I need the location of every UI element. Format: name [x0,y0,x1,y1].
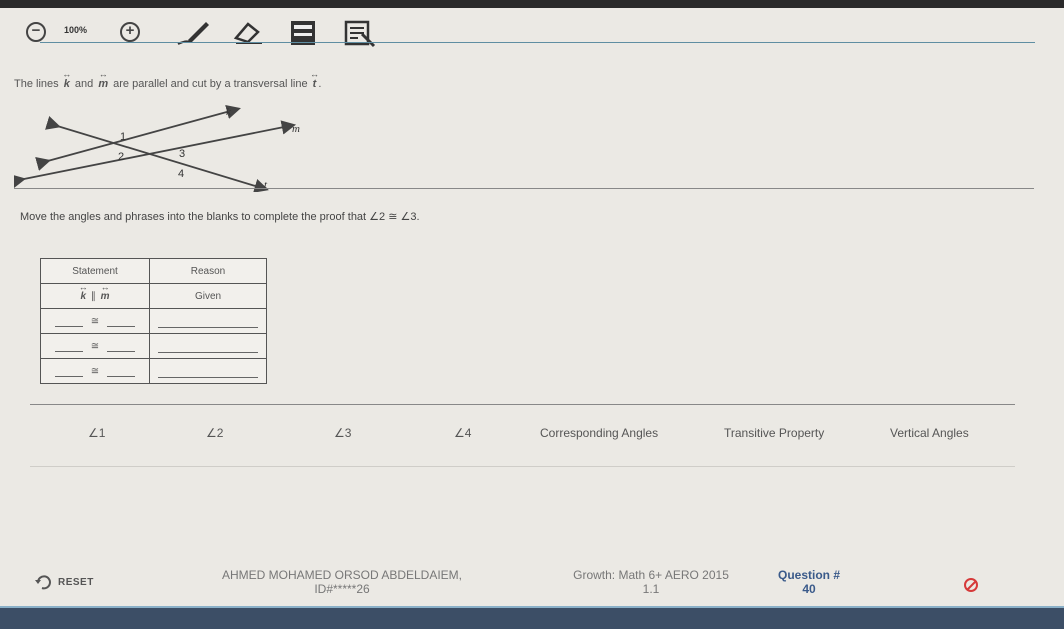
reason-blank-row-2 [149,308,267,334]
angle-drop-slot[interactable] [54,341,83,352]
statement-blank-row-4: ≅ [40,358,150,384]
divider [30,404,1015,405]
notes-button[interactable] [344,20,376,48]
option-angle-1[interactable]: ∠1 [88,426,105,440]
zoom-out-button[interactable]: − [26,22,46,42]
angle-drop-slot[interactable] [107,316,136,327]
test-name: Growth: Math 6+ AERO 2015 [573,568,729,582]
label-k: k [226,106,232,118]
angle-4-label: 4 [178,168,184,180]
reason-drop-slot[interactable] [158,365,258,378]
option-corresponding-angles[interactable]: Corresponding Angles [540,426,658,440]
angle-1-label: 1 [120,131,126,143]
given-reason: Given [149,283,267,309]
line-t [45,116,269,192]
zoom-level: 100% [64,25,88,35]
header-reason: Reason [149,258,267,284]
divider [30,466,1015,467]
given-statement: k ∥ m [40,283,150,309]
label-t: t [264,179,268,191]
header-statement: Statement [40,258,150,284]
student-name: AHMED MOHAMED ORSOD ABDELDAIEM, [221,568,463,582]
option-angle-4[interactable]: ∠4 [454,426,471,440]
student-info: AHMED MOHAMED ORSOD ABDELDAIEM, ID#*****… [180,568,504,596]
option-angle-2[interactable]: ∠2 [206,426,223,440]
line-t-symbol: t [311,78,319,90]
reason-drop-slot[interactable] [158,315,258,328]
statement-blank-row-3: ≅ [40,333,150,359]
line-k-symbol: k [62,78,72,90]
option-transitive-property[interactable]: Transitive Property [724,426,824,440]
option-angle-3[interactable]: ∠3 [334,426,351,440]
zoom-in-icon: + [120,22,140,42]
line-m-symbol: m [96,78,110,90]
zoom-out-icon: − [26,22,46,42]
question-number: 40 [802,582,816,596]
reset-button[interactable]: RESET [34,574,94,590]
statement-blank-row-2: ≅ [40,308,150,334]
line-m [14,120,297,189]
reset-icon [35,575,51,590]
drag-options-row: ∠1 ∠2 ∠3 ∠4 Corresponding Angles Transit… [0,426,1064,446]
angle-drop-slot[interactable] [107,341,136,352]
table-row: k ∥ m Given [40,283,267,309]
question-text: The lines k and m are parallel and cut b… [14,78,321,90]
table-header-row: Statement Reason [40,258,267,284]
test-info: Growth: Math 6+ AERO 2015 1.1 [540,568,762,596]
label-m: m [292,123,300,135]
student-id: ID#*****26 [314,582,370,596]
toolbar: − 100% + [0,8,1064,56]
test-version: 1.1 [642,582,660,596]
stop-icon[interactable] [964,578,978,592]
angle-drop-slot[interactable] [54,366,83,377]
question-number-block: Question # 40 [778,568,840,596]
table-row: ≅ [40,333,267,359]
reason-drop-slot[interactable] [158,340,258,353]
proof-table: Statement Reason k ∥ m Given ≅ ≅ ≅ [40,258,267,384]
table-row: ≅ [40,358,267,384]
angle-2-label: 2 [118,151,124,163]
angle-drop-slot[interactable] [54,316,83,327]
line-k [35,104,241,171]
zoom-in-button[interactable]: + [120,22,140,42]
divider [14,188,1034,189]
reason-blank-row-4 [149,358,267,384]
angle-drop-slot[interactable] [107,366,136,377]
table-row: ≅ [40,308,267,334]
parallel-lines-diagram: k m t 1 2 3 4 [14,104,300,192]
question-label: Question # [778,568,841,582]
instruction-text: Move the angles and phrases into the bla… [20,211,420,223]
bottom-frame-bar [0,608,1064,629]
top-frame-bar [0,0,1064,8]
reason-blank-row-3 [149,333,267,359]
toolbar-divider [40,42,1035,43]
notes-icon [344,20,376,48]
angle-3-label: 3 [179,148,185,160]
option-vertical-angles[interactable]: Vertical Angles [890,426,969,440]
